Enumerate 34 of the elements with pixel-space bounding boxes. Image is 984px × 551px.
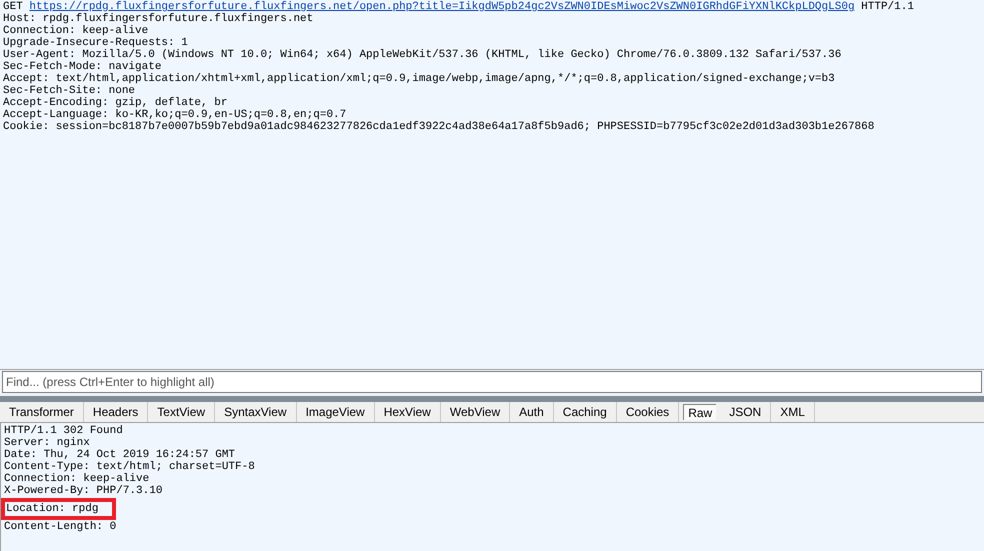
tab[interactable]: Transformer [0,402,84,422]
tab[interactable]: XML [771,402,815,422]
tab[interactable]: JSON [720,402,772,422]
request-header-line: Accept-Encoding: gzip, deflate, br [3,97,228,109]
response-header-line: Server: nginx [4,437,91,449]
request-header-line: Sec-Fetch-Site: none [3,85,136,97]
request-url-link[interactable]: https://rpdg.fluxfingersforfuture.fluxfingers.net/open.php?title=IikgdW5pb24gc2VsZWN0IDEsMiwoc2VsZWN0IGRhdGFiYXNlKCkpLDQgLS0g [29,1,855,13]
tab[interactable]: Raw [683,404,716,420]
response-header-line: Content-Type: text/html; charset=UTF-8 [4,461,256,473]
tab[interactable]: TextView [148,402,216,422]
request-header-line: Host: rpdg.fluxfingersforfuture.fluxfingers.net [3,13,314,25]
response-header-line: HTTP/1.1 302 Found [4,425,124,437]
tab[interactable]: WebView [440,402,510,422]
response-header-line: Content-Length: 0 [4,521,118,533]
tab[interactable]: Headers [84,402,148,422]
tab[interactable]: ImageView [296,402,375,422]
request-header-line: Connection: keep-alive [3,25,150,37]
response-header-line: Date: Thu, 24 Oct 2019 16:24:57 GMT [4,449,236,461]
find-field[interactable]: Find... (press Ctrl+Enter to highlight all) [2,371,982,393]
tab[interactable]: SyntaxView [215,402,297,422]
response-header-line: X-Powered-By: PHP/7.3.10 [4,485,164,497]
tab[interactable]: Auth [510,402,554,422]
tab[interactable]: Cookies [616,402,680,422]
request-header-line: Upgrade-Insecure-Requests: 1 [3,37,189,49]
request-header-line: Accept: text/html,application/xhtml+xml,application/xml;q=0.9,image/webp,image/apng,*/*;q=0.8,application/signed-exchange;v=b3 [3,73,836,85]
response-header-line: Connection: keep-alive [4,473,150,485]
tab[interactable]: HexView [374,402,441,422]
request-header-line: Cookie: session=bc8187b7e0007b59b7ebd9a01adc984623277826cda1edf3922c4ad38e64a17a8f5b9ad6; PHPSESSID=b7795cf3c02e2d01d3ad303b1e267868 [3,121,876,133]
request-header-line: Accept-Language: ko-KR,ko;q=0.9,en-US;q=0.8,en;q=0.7 [3,109,348,121]
tab[interactable]: Caching [554,402,617,422]
request-header-line: Sec-Fetch-Mode: navigate [3,61,162,73]
request-line: GET https://rpdg.fluxfingersforfuture.fluxfingers.net/open.php?title=IikgdW5pb24gc2VsZWN0IDEsMiwoc2VsZWN0IGRhdGFiYXNlKCkpLDQgLS0g HTTP/1.1 [3,1,915,13]
request-header-line: User-Agent: Mozilla/5.0 (Windows NT 10.0; Win64; x64) AppleWebKit/537.36 (KHTML, like Gecko) Chrome/76.0.3809.132 Safari/537.36 [3,49,842,61]
response-header-line: Location: rpdg [6,503,100,515]
